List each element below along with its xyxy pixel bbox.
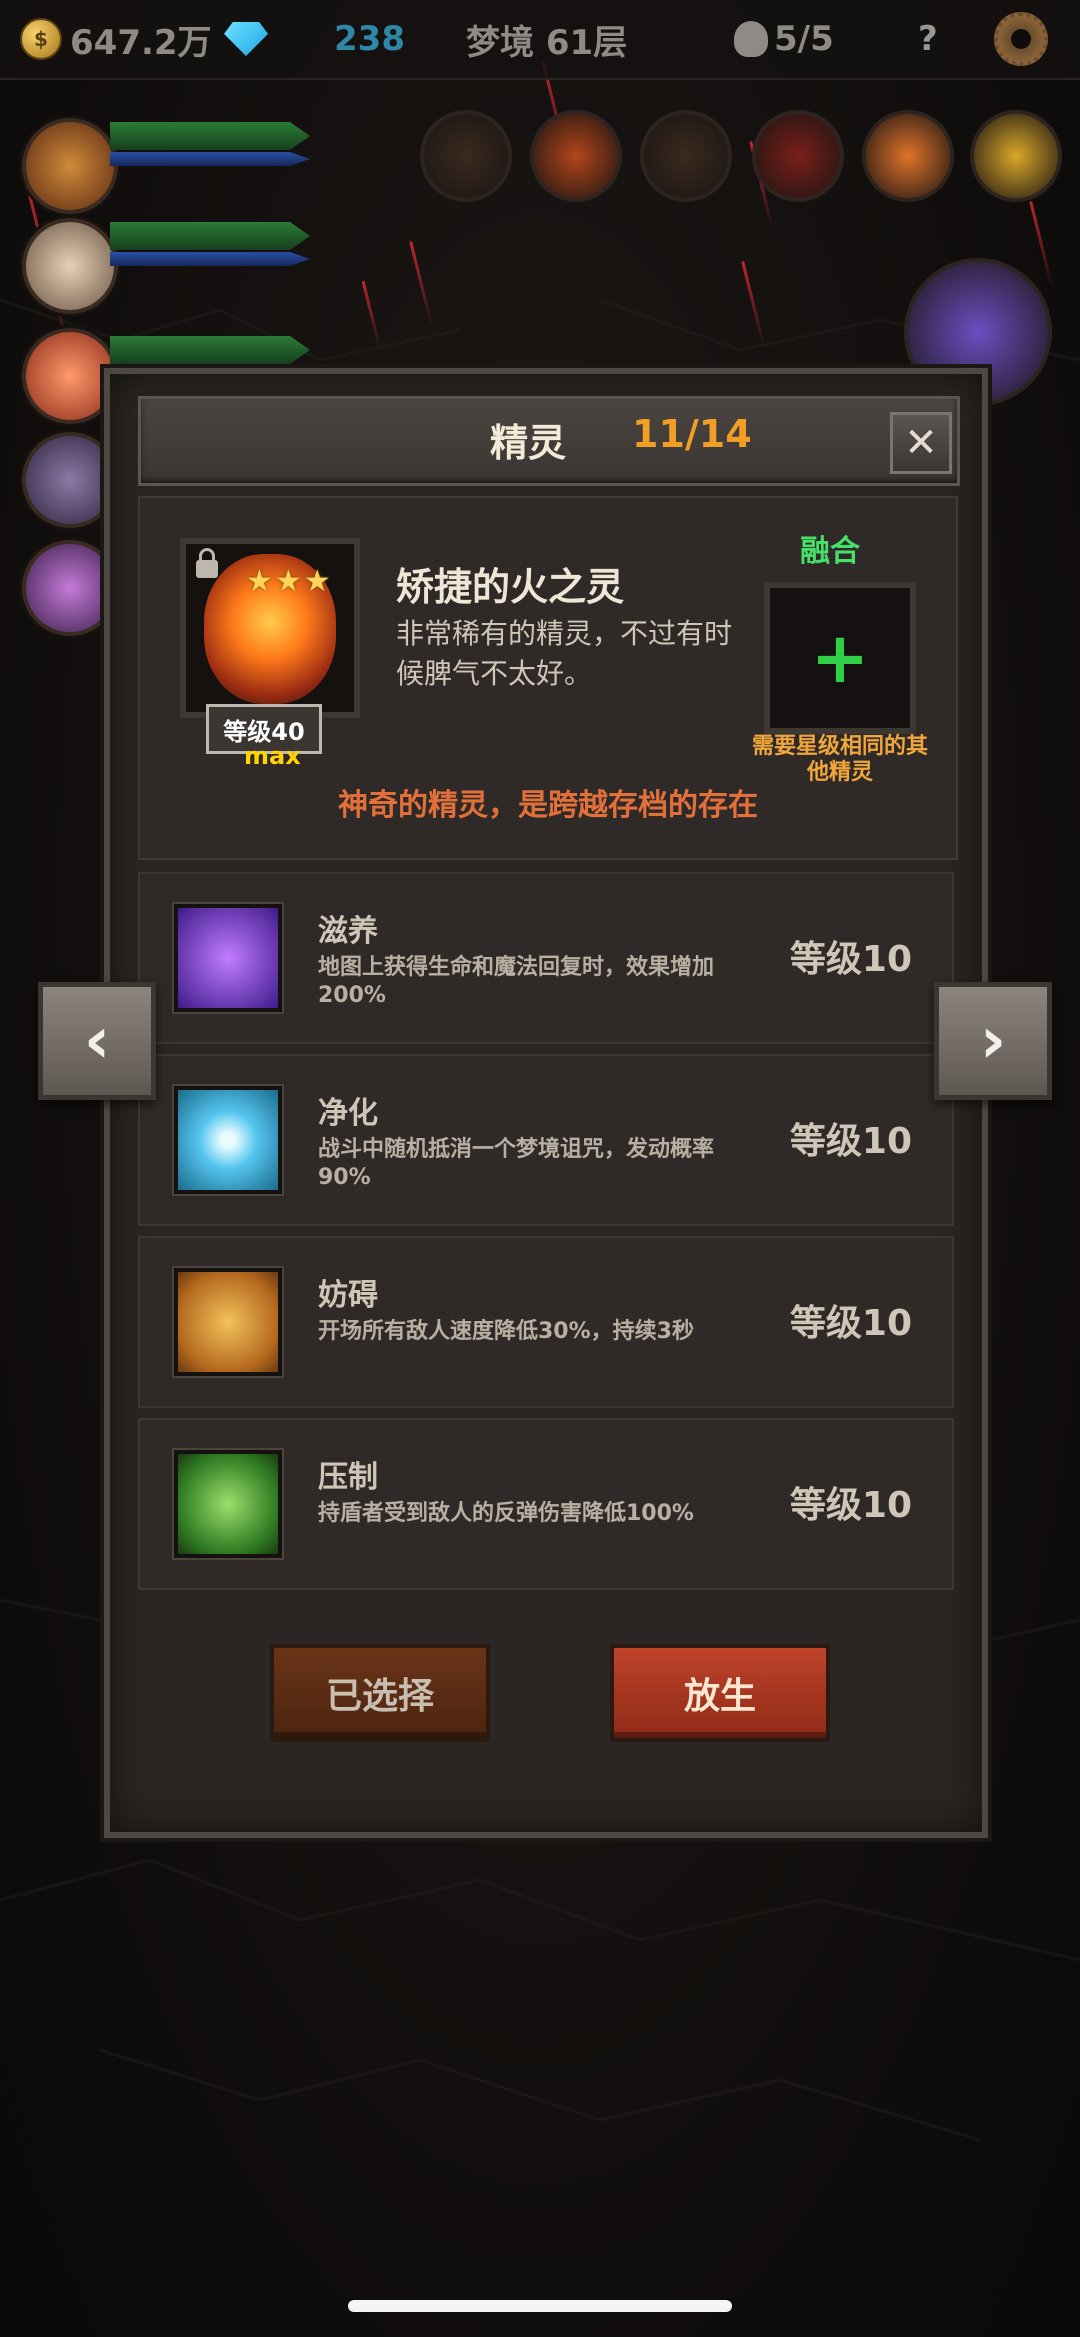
gold-coin-icon: $ <box>20 18 62 60</box>
fuse-slot-button[interactable]: + <box>764 582 916 734</box>
spirit-tagline: 神奇的精灵，是跨越存档的存在 <box>338 788 758 823</box>
spirit-count: 11/14 <box>632 412 752 456</box>
gold-counter: $ 647.2万 <box>20 14 212 64</box>
home-indicator[interactable] <box>348 2300 732 2312</box>
settings-button[interactable] <box>994 12 1048 66</box>
skill-row: 妨碍 开场所有敌人速度降低30%，持续3秒 等级10 <box>138 1236 954 1408</box>
spirit-description: 非常稀有的精灵，不过有时候脾气不太好。 <box>396 617 733 690</box>
gold-amount: 647.2万 <box>70 22 212 63</box>
skill-slot[interactable] <box>530 110 622 202</box>
dream-floor-label: 梦境 61层 <box>466 14 627 64</box>
spirit-name: 矫捷的火之灵 <box>396 565 625 609</box>
close-button[interactable]: ✕ <box>890 412 952 474</box>
hero-health-bar <box>110 122 310 150</box>
top-hud: $ 647.2万 238 梦境 61层 5/5 ? <box>0 0 1080 80</box>
skill-level: 等级10 <box>789 939 912 980</box>
skill-row: 净化 战斗中随机抵消一个梦境诅咒，发动概率90% 等级10 <box>138 1054 954 1226</box>
skull-icon <box>734 21 768 57</box>
spirit-dialog: 精灵 11/14 ✕ ★★★ 等级40 max 矫捷的火之灵 非常稀有的精灵，不… <box>104 368 988 1838</box>
hero-mana-bar <box>110 152 310 166</box>
fuse-label: 融合 <box>800 534 860 569</box>
spirit-detail-panel: ★★★ 等级40 max 矫捷的火之灵 非常稀有的精灵，不过有时候脾气不太好。 … <box>138 496 958 860</box>
gear-icon <box>994 12 1048 66</box>
dialog-title: 精灵 <box>490 421 567 465</box>
skill-name: 妨碍 <box>318 1278 378 1313</box>
skill-description: 持盾者受到敌人的反弹伤害降低100% <box>318 1501 694 1526</box>
skill-level: 等级10 <box>789 1485 912 1526</box>
bell-skill-slot[interactable] <box>420 110 512 202</box>
skill-name: 净化 <box>318 1096 378 1131</box>
claw-skill-icon <box>174 1450 282 1558</box>
next-spirit-button[interactable]: › <box>934 982 1052 1100</box>
star-rating: ★★★ <box>246 564 333 599</box>
skill-row: 压制 持盾者受到敌人的反弹伤害降低100% 等级10 <box>138 1418 954 1590</box>
chevron-right-icon: › <box>979 1004 1007 1078</box>
hero-portrait[interactable] <box>22 218 118 314</box>
skill-name: 滋养 <box>318 914 378 949</box>
dream-floor-text: 梦境 61层 <box>466 22 628 63</box>
skill-name: 压制 <box>318 1460 378 1495</box>
feather-skill-slot[interactable] <box>970 110 1062 202</box>
diamond-gem-icon <box>224 22 268 56</box>
skill-level: 等级10 <box>789 1303 912 1344</box>
hero-portrait[interactable] <box>22 118 118 214</box>
help-button[interactable]: ? <box>918 14 938 64</box>
wolf-skill-slot[interactable] <box>640 110 732 202</box>
close-icon: ✕ <box>904 420 938 466</box>
help-icon: ? <box>918 19 938 59</box>
release-button[interactable]: 放生 <box>610 1644 830 1742</box>
blue-flower-skill-icon <box>174 1086 282 1194</box>
gem-amount: 238 <box>334 19 405 59</box>
skill-row: 滋养 地图上获得生命和魔法回复时，效果增加200% 等级10 <box>138 872 954 1044</box>
plus-icon: + <box>810 617 870 699</box>
gem-counter: 238 <box>334 14 405 64</box>
skill-description: 开场所有敌人速度降低30%，持续3秒 <box>318 1319 694 1344</box>
chevron-left-icon: ‹ <box>83 1004 111 1078</box>
lives-text: 5/5 <box>774 19 834 59</box>
gem-icon-wrap <box>224 14 268 64</box>
skill-description: 战斗中随机抵消一个梦境诅咒，发动概率90% <box>318 1137 715 1190</box>
lock-icon[interactable] <box>196 548 218 578</box>
hero-health-bar <box>110 336 310 364</box>
skill-list: 滋养 地图上获得生命和魔法回复时，效果增加200% 等级10 净化 战斗中随机抵… <box>138 872 954 1600</box>
lives-counter: 5/5 <box>734 14 834 64</box>
spirit-portrait-frame[interactable]: ★★★ <box>180 538 360 718</box>
max-level-label: max <box>244 742 301 770</box>
fairy-skill-icon <box>174 904 282 1012</box>
skill-description: 地图上获得生命和魔法回复时，效果增加200% <box>318 955 715 1008</box>
hero-mana-bar <box>110 252 310 266</box>
chained-boot-skill-icon <box>174 1268 282 1376</box>
clock-skill-slot[interactable] <box>862 110 954 202</box>
fuse-requirement-note: 需要星级相同的其他精灵 <box>751 734 928 785</box>
previous-spirit-button[interactable]: ‹ <box>38 982 156 1100</box>
skill-slot[interactable] <box>752 110 844 202</box>
hero-health-bar <box>110 222 310 250</box>
selected-button[interactable]: 已选择 <box>270 1644 490 1742</box>
skill-level: 等级10 <box>789 1121 912 1162</box>
